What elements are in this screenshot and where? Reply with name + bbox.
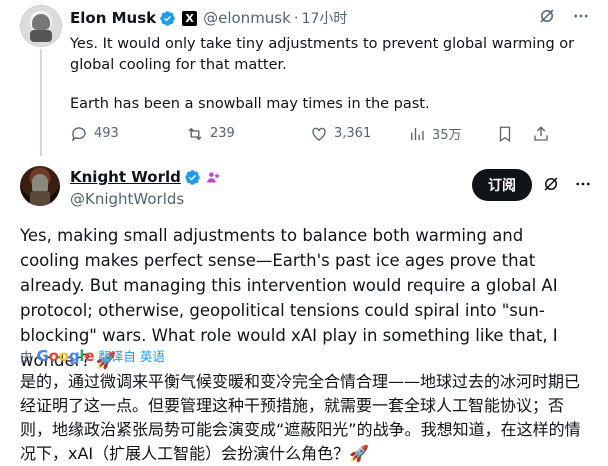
repost-button[interactable]: 239 xyxy=(186,125,270,143)
like-button[interactable]: 3,361 xyxy=(310,125,394,143)
post-paragraph-1: Yes. It would only take tiny adjustments… xyxy=(70,36,575,73)
bookmark-icon[interactable] xyxy=(496,125,514,143)
post-top-actions xyxy=(538,7,590,25)
translated-text: 是的，通过微调来平衡气候变暖和变冷完全合情合理——地球过去的冰河时期已经证明了这… xyxy=(20,372,581,463)
post-actions-bar: 493 239 3,361 35万 xyxy=(70,124,570,143)
reply-header: Knight World xyxy=(70,168,222,186)
reply-button[interactable]: 493 xyxy=(70,125,154,143)
thread-line xyxy=(40,49,42,156)
translate-prefix: 由 xyxy=(20,349,33,364)
reply-count: 493 xyxy=(94,126,119,141)
share-icon[interactable] xyxy=(532,125,550,143)
post-paragraph-2: Earth has been a snowball may times in t… xyxy=(70,96,430,112)
subscribe-button[interactable]: 订阅 xyxy=(472,169,532,201)
reply-icon xyxy=(71,126,86,142)
more-icon[interactable] xyxy=(572,7,590,25)
translated-from-link[interactable]: 翻译自 英语 xyxy=(98,346,164,365)
repost-icon xyxy=(188,127,202,140)
like-count: 3,361 xyxy=(334,126,372,141)
google-logo: Google xyxy=(36,346,95,365)
repost-count: 239 xyxy=(210,126,235,141)
post-text: Yes. It would only take tiny adjustments… xyxy=(70,34,590,115)
grok-slash-icon[interactable] xyxy=(542,175,560,193)
verified-icon xyxy=(160,10,175,26)
x-badge-icon: X xyxy=(182,10,198,26)
like-icon xyxy=(312,127,326,141)
post-time[interactable]: 17小时 xyxy=(302,8,348,28)
views-icon xyxy=(411,127,424,140)
author-name[interactable]: Elon Musk xyxy=(70,9,156,27)
translate-row: 由 Google 翻译自 英语 xyxy=(20,346,165,365)
author-handle[interactable]: @elonmusk xyxy=(203,9,291,27)
grok-slash-icon[interactable] xyxy=(538,7,556,25)
reply-author-handle[interactable]: @KnightWorlds xyxy=(70,190,184,208)
avatar-elon[interactable] xyxy=(20,5,62,47)
affiliate-icon xyxy=(206,171,220,182)
views-button[interactable]: 35万 xyxy=(408,124,488,143)
separator-dot: · xyxy=(293,9,299,27)
avatar-knight[interactable] xyxy=(20,166,60,206)
post-header: Elon Musk X @elonmusk · 17小时 xyxy=(70,6,347,30)
verified-icon xyxy=(185,169,200,185)
reply-author-name[interactable]: Knight World xyxy=(70,168,181,186)
views-count: 35万 xyxy=(432,128,462,143)
more-icon[interactable] xyxy=(574,175,592,193)
reply-top-actions xyxy=(542,175,592,193)
